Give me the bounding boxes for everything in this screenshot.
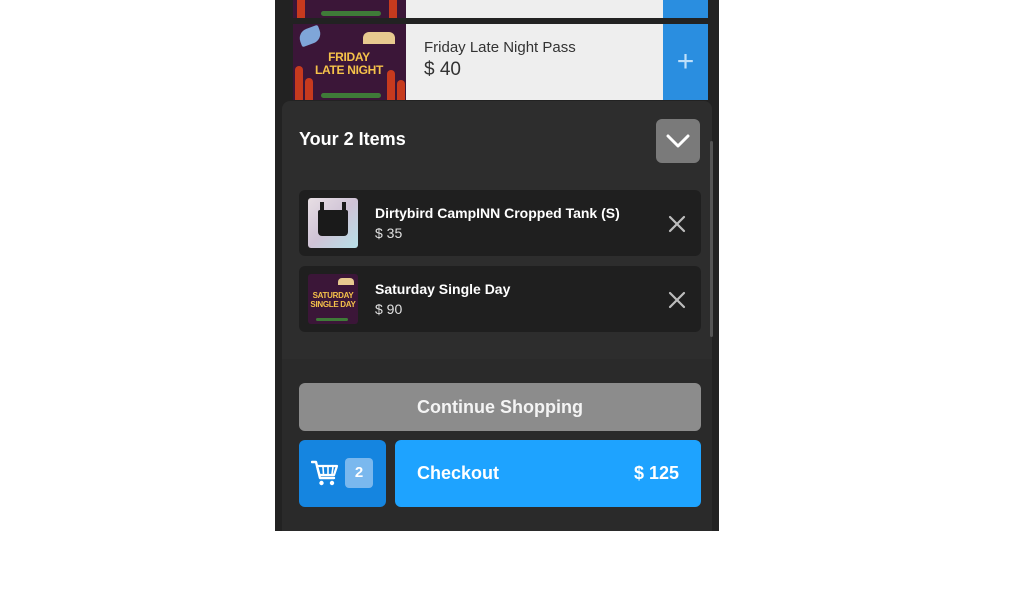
product-name: Friday Late Night Pass (424, 39, 576, 56)
cart-item-name: Dirtybird CampINN Cropped Tank (S) (375, 205, 620, 221)
cart-item-price: $ 35 (375, 225, 403, 241)
collapse-cart-button[interactable] (656, 119, 700, 163)
product-price: $ 40 (424, 59, 461, 80)
cart-icon (311, 460, 339, 486)
cart-count-badge: 2 (345, 458, 373, 488)
cart-item: SATURDAY SINGLE DAY Saturday Single Day … (299, 266, 701, 332)
add-to-cart-button[interactable] (663, 0, 708, 18)
product-image-title: FRIDAY LATE NIGHT (314, 50, 384, 77)
checkout-label: Checkout (417, 463, 500, 483)
close-icon (668, 215, 686, 233)
product-info (406, 0, 663, 18)
product-row: FRIDAY LATE NIGHT Friday Late Night Pass… (293, 24, 708, 100)
plus-icon: + (676, 45, 695, 78)
cart-item: Dirtybird CampINN Cropped Tank (S) $ 35 (299, 190, 701, 256)
cart-item-name: Saturday Single Day (375, 281, 511, 297)
checkout-total: $ 125 (633, 463, 679, 483)
cart-button[interactable]: 2 (299, 440, 386, 507)
continue-shopping-button[interactable]: Continue Shopping (299, 383, 701, 431)
bird-icon (296, 24, 324, 48)
product-image: FRIDAY LATE NIGHT (293, 24, 406, 100)
product-info[interactable]: Friday Late Night Pass $ 40 (406, 24, 663, 100)
phone-screen: FRIDAY LATE NIGHT Friday Late Night Pass… (275, 0, 719, 531)
add-to-cart-button[interactable]: + (663, 24, 708, 100)
cart-footer: Continue Shopping 2 Checkout $ 125 (282, 359, 712, 531)
product-image (293, 0, 406, 18)
chevron-down-icon (666, 134, 690, 148)
cart-item-thumbnail (308, 198, 358, 248)
product-row (293, 0, 708, 18)
cart-sheet: Your 2 Items Dirtybird CampINN Cropped T… (282, 101, 713, 531)
close-icon (668, 291, 686, 309)
cart-item-thumbnail: SATURDAY SINGLE DAY (308, 274, 358, 324)
cart-item-image-title: SATURDAY SINGLE DAY (310, 291, 356, 309)
cart-item-price: $ 90 (375, 301, 403, 317)
cart-title: Your 2 Items (299, 129, 406, 149)
remove-item-button[interactable] (667, 290, 687, 310)
checkout-button[interactable]: Checkout $ 125 (395, 440, 701, 507)
remove-item-button[interactable] (667, 214, 687, 234)
cart-scrollbar[interactable] (710, 141, 713, 337)
